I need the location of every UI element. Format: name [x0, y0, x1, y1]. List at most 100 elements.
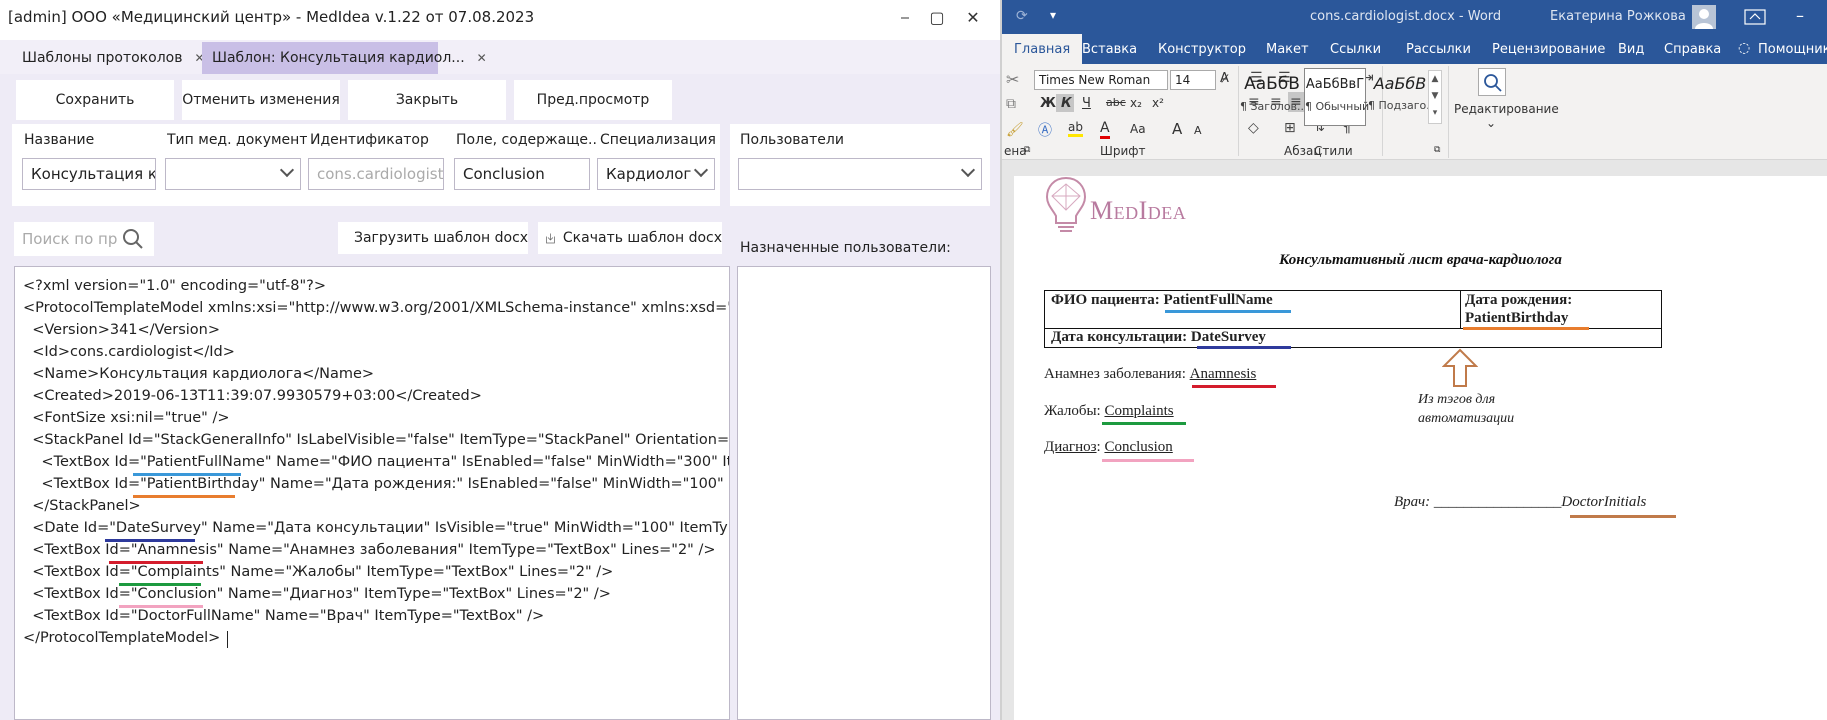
customize-qat-icon[interactable]: ▾: [1050, 8, 1056, 22]
tab-close-icon[interactable]: ✕: [477, 51, 487, 65]
search-box[interactable]: Поиск по пр: [14, 222, 154, 256]
close-icon[interactable]: ✕: [958, 4, 988, 30]
patient-fullname-underline: [1165, 310, 1291, 313]
style-heading[interactable]: АаБбВ ¶ Заголов...: [1240, 68, 1308, 126]
avatar[interactable]: [1692, 5, 1716, 29]
complaints-underline: [119, 583, 201, 586]
patient-table: ФИО пациента: PatientFullName Дата рожде…: [1044, 290, 1662, 349]
highlight-icon[interactable]: ab: [1068, 120, 1083, 137]
tab-template-cardiology[interactable]: Шаблон: Консультация кардиол... ✕: [202, 42, 487, 74]
tab-layout[interactable]: Макет: [1266, 34, 1309, 64]
word-title-bar: ⟳ ▾ cons.cardiologist.docx - Word Екатер…: [1002, 0, 1827, 34]
users-label: Пользователи: [740, 132, 844, 148]
consultation-date-cell: Дата консультации: DateSurvey: [1051, 329, 1266, 345]
shrink-font-button[interactable]: A: [1194, 124, 1202, 137]
doctype-label: Тип мед. документ...: [167, 132, 307, 148]
date-survey-tag: DateSurvey: [1190, 329, 1266, 345]
editing-chevron-icon[interactable]: ⌄: [1486, 116, 1496, 130]
anamnesis-underline: [109, 561, 203, 564]
download-docx-button[interactable]: Скачать шаблон docx: [538, 222, 722, 254]
find-button[interactable]: [1478, 68, 1506, 96]
xml-line: <TextBox Id="PatientBirthday" Name="Дата…: [23, 476, 730, 492]
tab-insert[interactable]: Вставка: [1082, 34, 1137, 64]
subscript-button[interactable]: x₂: [1130, 96, 1142, 110]
complaints-tag: Complaints: [1104, 403, 1174, 419]
font-size-select[interactable]: 14: [1170, 70, 1216, 90]
xml-line: <Name>Консультация кардиолога</Name>: [23, 366, 375, 382]
font-color-icon[interactable]: A: [1100, 120, 1110, 139]
xml-line: <TextBox Id="Complaints" Name="Жалобы" I…: [23, 564, 614, 580]
dialog-launcher-icon[interactable]: ⧉: [1024, 145, 1030, 155]
format-painter-icon[interactable]: 🖌: [1006, 122, 1024, 138]
styles-group-label: Стили: [1314, 144, 1353, 158]
change-case-button[interactable]: Aa: [1130, 122, 1146, 136]
upload-label: Загрузить шаблон docx: [354, 230, 529, 246]
tab-assistant[interactable]: Помощник: [1758, 34, 1827, 64]
style-subtitle[interactable]: АаБбВ ¶ Подзаго...: [1368, 68, 1437, 126]
search-icon[interactable]: [122, 228, 144, 250]
anamnesis-line: Анамнез заболевания: Anamnesis: [1044, 366, 1257, 382]
maximize-icon[interactable]: ▢: [922, 4, 952, 30]
copy-icon[interactable]: ⧉: [1006, 96, 1016, 112]
search-input[interactable]: Поиск по пр: [22, 230, 117, 248]
lightbulb-icon: ◌: [1738, 40, 1751, 56]
name-input[interactable]: Консультация ка: [22, 158, 156, 190]
xml-line: <Version>341</Version>: [23, 322, 221, 338]
xml-line: <Date Id="DateSurvey" Name="Дата консуль…: [23, 520, 730, 536]
users-select[interactable]: [738, 158, 982, 190]
tab-mailings[interactable]: Рассылки: [1406, 34, 1471, 64]
doctor-underline: [1570, 515, 1676, 518]
chevron-down-icon: [960, 162, 976, 178]
close-button[interactable]: Закрыть: [348, 80, 506, 120]
field-input[interactable]: Conclusion: [454, 158, 590, 190]
xml-line: </ProtocolTemplateModel>: [23, 630, 221, 646]
superscript-button[interactable]: x²: [1152, 96, 1164, 110]
xml-line: <FontSize xsi:nil="true" />: [23, 410, 230, 426]
save-button[interactable]: Сохранить: [16, 80, 174, 120]
collapse-icon[interactable]: ⎯: [890, 4, 920, 30]
logo-text: MedIdea: [1090, 196, 1187, 225]
text-effects-icon[interactable]: Ⓐ: [1038, 120, 1052, 140]
grow-font-button[interactable]: A: [1172, 120, 1182, 138]
anamnesis-tag: Anamnesis: [1189, 366, 1257, 382]
doctype-select[interactable]: [165, 158, 301, 190]
chevron-down-icon: [693, 162, 709, 178]
diagnosis-line: Диагноз: Conclusion: [1044, 439, 1173, 455]
bold-button[interactable]: Ж: [1040, 96, 1056, 111]
ribbon-display-icon[interactable]: [1742, 6, 1768, 28]
tab-review[interactable]: Рецензирование: [1492, 34, 1605, 64]
xml-line: <TextBox Id="PatientFullName" Name="ФИО …: [23, 454, 730, 470]
tab-design[interactable]: Конструктор: [1158, 34, 1246, 64]
font-name-select[interactable]: Times New Roman: [1034, 70, 1168, 90]
styles-scroll[interactable]: ▲ ▼ ▾: [1428, 70, 1442, 124]
clear-format-icon[interactable]: A̷: [1220, 71, 1229, 86]
conclusion-underline: [1102, 459, 1194, 462]
underline-button[interactable]: Ч: [1082, 96, 1091, 111]
italic-button[interactable]: К: [1061, 96, 1072, 111]
complaints-underline: [1102, 422, 1186, 425]
annotation-note: Из тэгов для автоматизации: [1418, 392, 1515, 426]
identifier-input[interactable]: cons.cardiologist: [308, 158, 444, 190]
style-normal[interactable]: АаБбВвГ ¶ Обычный: [1304, 68, 1369, 126]
tab-label: Шаблоны протоколов: [22, 50, 183, 66]
assigned-users-label: Назначенные пользователи:: [740, 240, 951, 256]
specialization-select[interactable]: Кардиолог: [597, 158, 715, 190]
preview-button[interactable]: Пред.просмотр: [514, 80, 672, 120]
tab-references[interactable]: Ссылки: [1330, 34, 1381, 64]
strikethrough-button[interactable]: abc: [1106, 96, 1126, 109]
cancel-changes-button[interactable]: Отменить изменения: [182, 80, 340, 120]
tab-help[interactable]: Справка: [1664, 34, 1721, 64]
xml-editor[interactable]: <?xml version="1.0" encoding="utf-8"?> <…: [14, 266, 730, 720]
tab-protocol-templates[interactable]: Шаблоны протоколов ✕: [12, 42, 205, 74]
assigned-users-list[interactable]: [737, 266, 991, 720]
redo-icon[interactable]: ⟳: [1016, 8, 1028, 24]
date-survey-underline: [105, 539, 195, 542]
conclusion-tag: Conclusion: [1104, 439, 1173, 455]
cut-icon[interactable]: ✂: [1006, 70, 1019, 89]
tab-home[interactable]: Главная: [1002, 34, 1083, 64]
minimize-icon[interactable]: –: [1796, 6, 1804, 25]
upload-docx-button[interactable]: Загрузить шаблон docx: [338, 222, 528, 254]
complaints-line: Жалобы: Complaints: [1044, 403, 1174, 419]
styles-launcher-icon[interactable]: ⧉: [1434, 145, 1440, 155]
tab-view[interactable]: Вид: [1618, 34, 1644, 64]
